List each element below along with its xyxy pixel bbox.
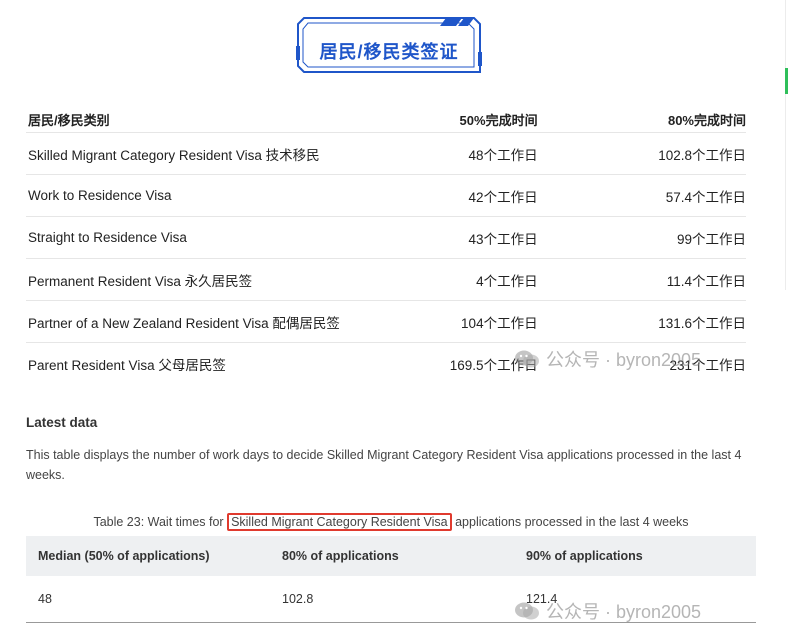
row-p50: 48个工作日 — [468, 147, 538, 163]
row-p80: 11.4个工作日 — [666, 273, 746, 289]
scroll-marker — [785, 68, 788, 94]
table-header: Median (50% of applications) 80% of appl… — [26, 536, 756, 576]
latest-data-heading: Latest data — [26, 415, 98, 430]
table-row: Permanent Resident Visa 永久居民签 4个工作日 11.4… — [26, 259, 746, 301]
page: 居民/移民类签证 居民/移民类别 50%完成时间 80%完成时间 Skilled… — [0, 0, 789, 644]
wechat-icon — [515, 602, 539, 620]
caption-highlight: Skilled Migrant Category Resident Visa — [227, 513, 452, 531]
table-caption: Table 23: Wait times for Skilled Migrant… — [26, 513, 756, 531]
banner-title: 居民/移民类签证 — [319, 42, 459, 62]
scrollbar-track — [785, 0, 786, 290]
section-banner: 居民/移民类签证 — [296, 16, 482, 76]
cell-80: 102.8 — [282, 592, 314, 606]
row-p80: 99个工作日 — [676, 231, 746, 247]
row-category: Work to Residence Visa — [28, 188, 172, 203]
wechat-icon — [515, 350, 539, 368]
row-p50: 4个工作日 — [476, 273, 538, 289]
caption-prefix: Table 23: Wait times for — [93, 515, 228, 529]
table-header: 居民/移民类别 50%完成时间 80%完成时间 — [26, 106, 746, 133]
header-90: 90% of applications — [526, 549, 643, 563]
watermark-text: 公众号 · byron2005 — [546, 602, 702, 622]
table-row: Straight to Residence Visa 43个工作日 99个工作日 — [26, 217, 746, 259]
latest-data-description: This table displays the number of work d… — [26, 448, 742, 482]
row-p50: 43个工作日 — [468, 231, 538, 247]
header-median: Median (50% of applications) — [38, 549, 210, 563]
row-p80: 57.4个工作日 — [665, 189, 746, 205]
table-row: Partner of a New Zealand Resident Visa 配… — [26, 301, 746, 343]
header-p50: 50%完成时间 — [459, 112, 538, 128]
row-p80: 102.8个工作日 — [658, 147, 746, 163]
row-category: Partner of a New Zealand Resident Visa 配… — [28, 315, 340, 331]
watermark: 公众号 · byron2005 — [514, 346, 701, 372]
header-category: 居民/移民类别 — [28, 112, 110, 128]
row-category: Parent Resident Visa 父母居民签 — [28, 357, 226, 373]
row-p50: 42个工作日 — [468, 189, 538, 205]
watermark: 公众号 · byron2005 — [514, 598, 701, 624]
header-p80: 80%完成时间 — [667, 112, 746, 128]
table-row: Skilled Migrant Category Resident Visa 技… — [26, 133, 746, 175]
row-p80: 131.6个工作日 — [658, 315, 746, 331]
caption-suffix: applications processed in the last 4 wee… — [451, 515, 689, 529]
table-row: Work to Residence Visa 42个工作日 57.4个工作日 — [26, 175, 746, 217]
resident-visa-table: 居民/移民类别 50%完成时间 80%完成时间 Skilled Migrant … — [26, 106, 746, 384]
row-category: Skilled Migrant Category Resident Visa 技… — [28, 147, 320, 163]
watermark-text: 公众号 · byron2005 — [546, 350, 702, 370]
row-p50: 104个工作日 — [461, 315, 538, 331]
row-category: Straight to Residence Visa — [28, 230, 187, 245]
cell-median: 48 — [38, 592, 52, 606]
row-category: Permanent Resident Visa 永久居民签 — [28, 273, 253, 289]
header-80: 80% of applications — [282, 549, 399, 563]
